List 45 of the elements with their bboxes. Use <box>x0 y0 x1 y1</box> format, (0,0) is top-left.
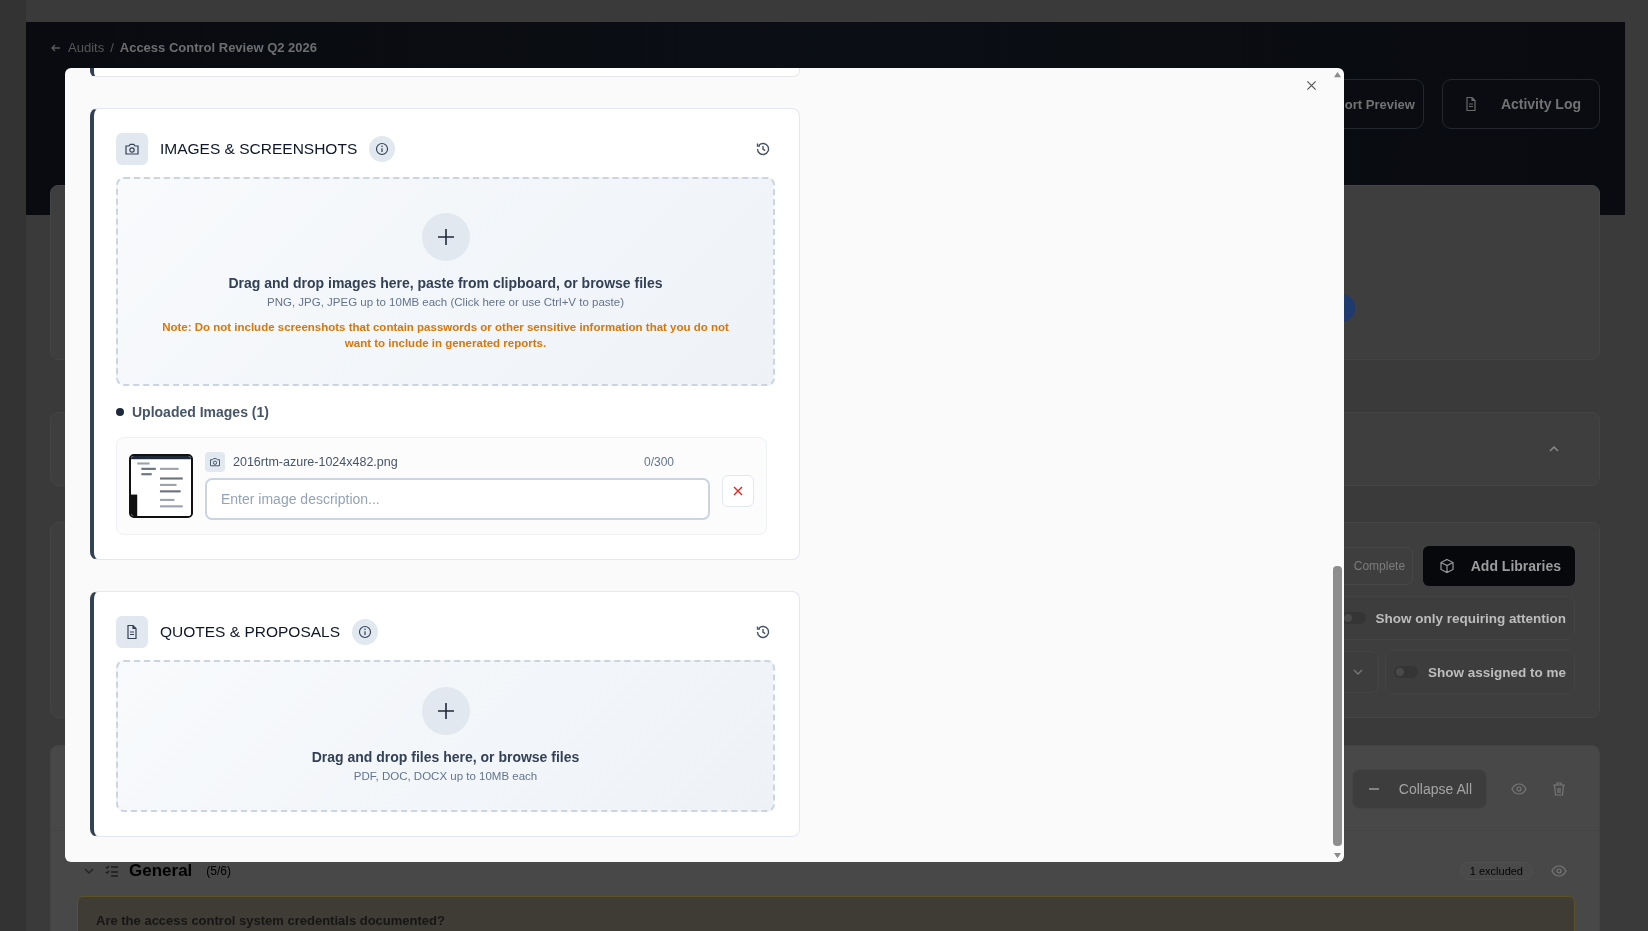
add-libraries-button[interactable]: Add Libraries <box>1422 546 1575 586</box>
scrollbar-thumb[interactable] <box>1332 566 1342 846</box>
history-icon[interactable] <box>755 624 771 640</box>
plus-icon[interactable] <box>421 687 470 735</box>
section-count: (5/6) <box>206 864 231 878</box>
drop-prompt: Drag and drop files here, or browse files <box>311 749 580 765</box>
breadcrumb-current: Access Control Review Q2 2026 <box>119 40 318 55</box>
collapse-all-button[interactable]: Collapse All <box>1351 769 1487 809</box>
excluded-badge: 1 excluded <box>1459 862 1533 880</box>
plus-icon[interactable] <box>421 213 470 261</box>
scroll-up-icon[interactable] <box>1332 71 1342 78</box>
drop-zone[interactable] <box>116 177 775 386</box>
description-field[interactable]: Enter image description... <box>205 478 710 520</box>
close-icon <box>732 485 744 497</box>
breadcrumb-link[interactable]: Audits <box>68 40 105 55</box>
header-button[interactable]: Activity Log <box>1441 79 1600 129</box>
camera-icon <box>116 133 148 165</box>
uploaded-heading: Uploaded Images (1) <box>132 404 269 420</box>
document-icon <box>116 616 148 648</box>
close-icon[interactable] <box>1306 80 1317 91</box>
info-icon[interactable] <box>352 619 379 645</box>
toggle-label: Show assigned to me <box>1427 664 1566 680</box>
cube-icon <box>1438 558 1455 574</box>
drop-prompt: Drag and drop images here, paste from clipboard, or browse files <box>228 275 663 291</box>
file-name: 2016rtm-azure-1024x482.png <box>233 455 398 469</box>
section-title: General <box>129 861 193 881</box>
warning-note: Note: Do not include screenshots that contain passwords or other sensitive information that you do not want to include in generated reports. <box>161 320 730 351</box>
drop-hint: PNG, JPG, JPEG up to 10MB each (Click here or use Ctrl+V to paste) <box>267 296 624 308</box>
section-heading: QUOTES & PROPOSALS <box>160 623 341 641</box>
section-heading: IMAGES & SCREENSHOTS <box>160 140 358 158</box>
toggle-label: Show only requiring attention <box>1375 610 1566 626</box>
drop-zone[interactable]: Drag and drop files here, or browse files PDF, DOC, DOCX up to 10MB each <box>116 660 775 812</box>
checklist-icon <box>105 864 119 878</box>
trash-icon[interactable] <box>1551 781 1567 797</box>
breadcrumb-separator: / <box>110 40 114 55</box>
eye-icon[interactable] <box>1551 863 1567 879</box>
scroll-down-icon[interactable] <box>1332 852 1342 859</box>
info-icon[interactable] <box>369 136 396 162</box>
camera-icon <box>205 452 225 472</box>
history-icon[interactable] <box>755 141 771 157</box>
drop-hint: PDF, DOC, DOCX up to 10MB each <box>353 770 538 782</box>
bullet-icon <box>116 408 124 416</box>
remove-button[interactable] <box>722 475 754 507</box>
eye-icon[interactable] <box>1511 781 1527 797</box>
character-counter: 0/300 <box>643 455 674 469</box>
